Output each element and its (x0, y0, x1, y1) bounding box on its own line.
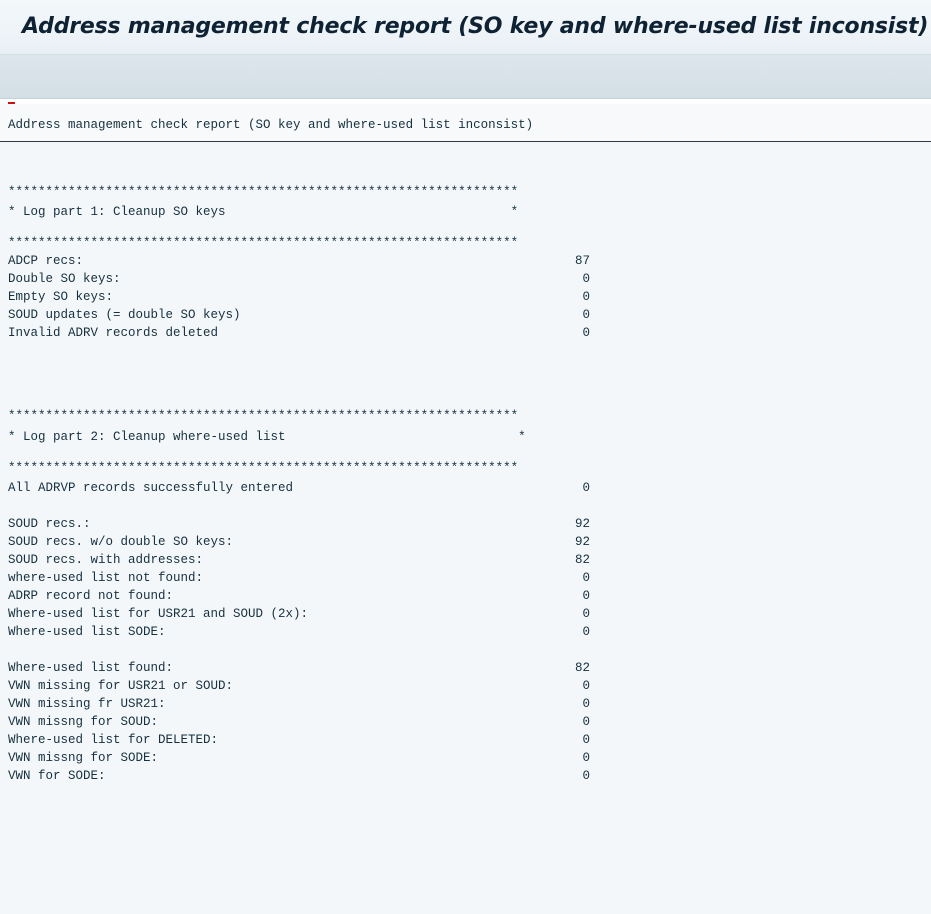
row-value: 0 (582, 751, 590, 765)
report-row: Where-used list for USR21 and SOUD (2x):… (8, 604, 590, 624)
report-row: where-used list not found: 0 (8, 568, 590, 588)
row-value: 92 (574, 517, 590, 531)
window-title: Address management check report (SO key … (22, 14, 929, 39)
report-header: Address management check report (SO key … (0, 104, 931, 142)
row-label: Where-used list SODE: (8, 625, 166, 639)
report-row: SOUD recs. w/o double SO keys: 92 (8, 532, 590, 552)
report-row: Where-used list for DELETED: 0 (8, 730, 590, 750)
report-row: Where-used list found: 82 (8, 658, 590, 678)
row-label: Double SO keys: (8, 272, 121, 286)
row-label: Empty SO keys: (8, 290, 114, 304)
row-label: SOUD recs. with addresses: (8, 553, 204, 567)
report-row: SOUD updates (= double SO keys) 0 (8, 305, 590, 325)
row-value: 0 (582, 326, 590, 340)
report-row: SOUD recs. with addresses: 82 (8, 550, 590, 570)
row-value: 0 (582, 697, 590, 711)
stars-line: ****************************************… (8, 236, 519, 250)
stars-line: ****************************************… (8, 409, 519, 423)
row-value: 0 (582, 272, 590, 286)
report-row: VWN missng for SODE: 0 (8, 748, 590, 768)
report-row: All ADRVP records successfully entered 0 (8, 478, 590, 498)
row-value: 82 (574, 661, 590, 675)
log-part1-heading: * Log part 1: Cleanup SO keys * (8, 205, 519, 219)
report-output[interactable]: Address management check report (SO key … (0, 104, 931, 914)
report-row: ADRP record not found: 0 (8, 586, 590, 606)
row-value: 0 (582, 607, 590, 621)
row-value: 0 (582, 715, 590, 729)
row-label: ADCP recs: (8, 254, 84, 268)
row-value: 0 (582, 308, 590, 322)
row-label: ADRP record not found: (8, 589, 174, 603)
row-value: 87 (574, 254, 590, 268)
report-header-text: Address management check report (SO key … (8, 118, 534, 132)
row-label: SOUD updates (= double SO keys) (8, 308, 241, 322)
row-label: Invalid ADRV records deleted (8, 326, 219, 340)
row-value: 0 (582, 679, 590, 693)
report-row: ADCP recs: 87 (8, 251, 590, 271)
stars-line: ****************************************… (8, 461, 519, 475)
row-value: 0 (582, 769, 590, 783)
report-row: VWN missing fr USR21: 0 (8, 694, 590, 714)
row-label: Where-used list for USR21 and SOUD (2x): (8, 607, 309, 621)
row-label: SOUD recs. w/o double SO keys: (8, 535, 234, 549)
report-row: VWN missng for SOUD: 0 (8, 712, 590, 732)
row-label: VWN missng for SOUD: (8, 715, 159, 729)
report-row: Invalid ADRV records deleted 0 (8, 323, 590, 343)
row-value: 0 (582, 290, 590, 304)
row-label: VWN missng for SODE: (8, 751, 159, 765)
row-label: VWN for SODE: (8, 769, 106, 783)
row-label: VWN missing for USR21 or SOUD: (8, 679, 234, 693)
report-row: Double SO keys: 0 (8, 269, 590, 289)
title-bar: Address management check report (SO key … (0, 0, 931, 55)
row-label: SOUD recs.: (8, 517, 91, 531)
report-row: Where-used list SODE: 0 (8, 622, 590, 642)
report-row: VWN for SODE: 0 (8, 766, 590, 786)
log-part2-heading: * Log part 2: Cleanup where-used list * (8, 430, 526, 444)
row-value: 92 (574, 535, 590, 549)
stars-line: ****************************************… (8, 185, 519, 199)
row-value: 0 (582, 733, 590, 747)
row-label: Where-used list found: (8, 661, 174, 675)
row-value: 0 (582, 481, 590, 495)
row-value: 0 (582, 625, 590, 639)
row-value: 82 (574, 553, 590, 567)
row-label: All ADRVP records successfully entered (8, 481, 294, 495)
row-label: Where-used list for DELETED: (8, 733, 219, 747)
report-row: Empty SO keys: 0 (8, 287, 590, 307)
application-toolbar (0, 55, 931, 99)
row-value: 0 (582, 571, 590, 585)
row-value: 0 (582, 589, 590, 603)
row-label: VWN missing fr USR21: (8, 697, 166, 711)
report-row: VWN missing for USR21 or SOUD: 0 (8, 676, 590, 696)
row-label: where-used list not found: (8, 571, 204, 585)
report-row: SOUD recs.: 92 (8, 514, 590, 534)
